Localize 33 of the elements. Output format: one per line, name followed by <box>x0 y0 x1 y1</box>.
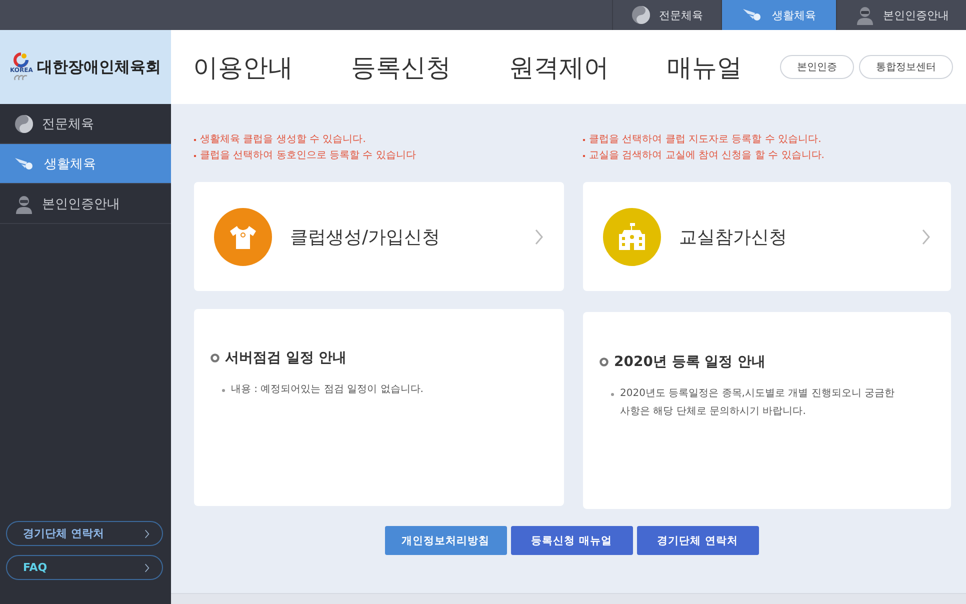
note-text: 교실을 검색하여 교실에 참여 신청을 할 수 있습니다. <box>589 149 824 163</box>
ring-bullet-icon <box>210 353 220 363</box>
header-button[interactable]: 통합정보센터 <box>859 55 953 79</box>
top-tab[interactable]: 생활체육 <box>721 0 836 30</box>
yin-yang-icon <box>631 5 651 25</box>
sidebar-item[interactable]: 생활체육 <box>0 144 171 184</box>
nav-link[interactable]: 매뉴얼 <box>667 50 742 84</box>
nav-link[interactable]: 등록신청 <box>351 50 451 84</box>
nav-link[interactable]: 이용안내 <box>193 50 293 84</box>
notice-text: 내용 : 예정되어있는 점검 일정이 없습니다. <box>231 383 424 397</box>
chevron-icon <box>534 228 544 246</box>
nav-link[interactable]: 원격제어 <box>509 50 609 84</box>
note-text: 클럽을 선택하여 동호인으로 등록할 수 있습니다 <box>200 149 416 163</box>
service-card[interactable]: 교실참가신청 <box>583 182 951 291</box>
notice-title: 2020년 등록 일정 안내 <box>614 353 766 371</box>
footer-button[interactable]: 개인정보처리방침 <box>384 526 506 555</box>
note-text: 클럽을 선택하여 클럽 지도자로 등록할 수 있습니다. <box>589 133 822 147</box>
header-button[interactable]: 본인인증 <box>780 55 854 79</box>
service-card[interactable]: 클럽생성/가입신청 <box>194 182 564 291</box>
notice-text: 2020년도 등록일정은 종목,시도별로 개별 진행되오니 궁금한 사항은 해당 단체로 문의하시기 바랍니다. <box>620 387 896 419</box>
footer-button[interactable]: 등록신청 매뉴얼 <box>510 526 632 555</box>
notice-title: 서버점검 일정 안내 <box>225 349 347 367</box>
person-icon <box>855 5 875 25</box>
chevron-icon <box>921 228 931 246</box>
person-icon <box>14 194 34 214</box>
yin-yang-icon <box>14 114 34 134</box>
paralympic-icon <box>13 74 30 82</box>
school-building-icon <box>616 222 648 252</box>
ring-bullet-icon <box>599 357 609 367</box>
footer-button[interactable]: 경기단체 연락처 <box>636 526 758 555</box>
logo-text: 대한장애인체육회 <box>36 56 161 78</box>
emblem-icon <box>12 52 30 68</box>
note-text: 생활체육 클럽을 생성할 수 있습니다. <box>200 133 366 147</box>
